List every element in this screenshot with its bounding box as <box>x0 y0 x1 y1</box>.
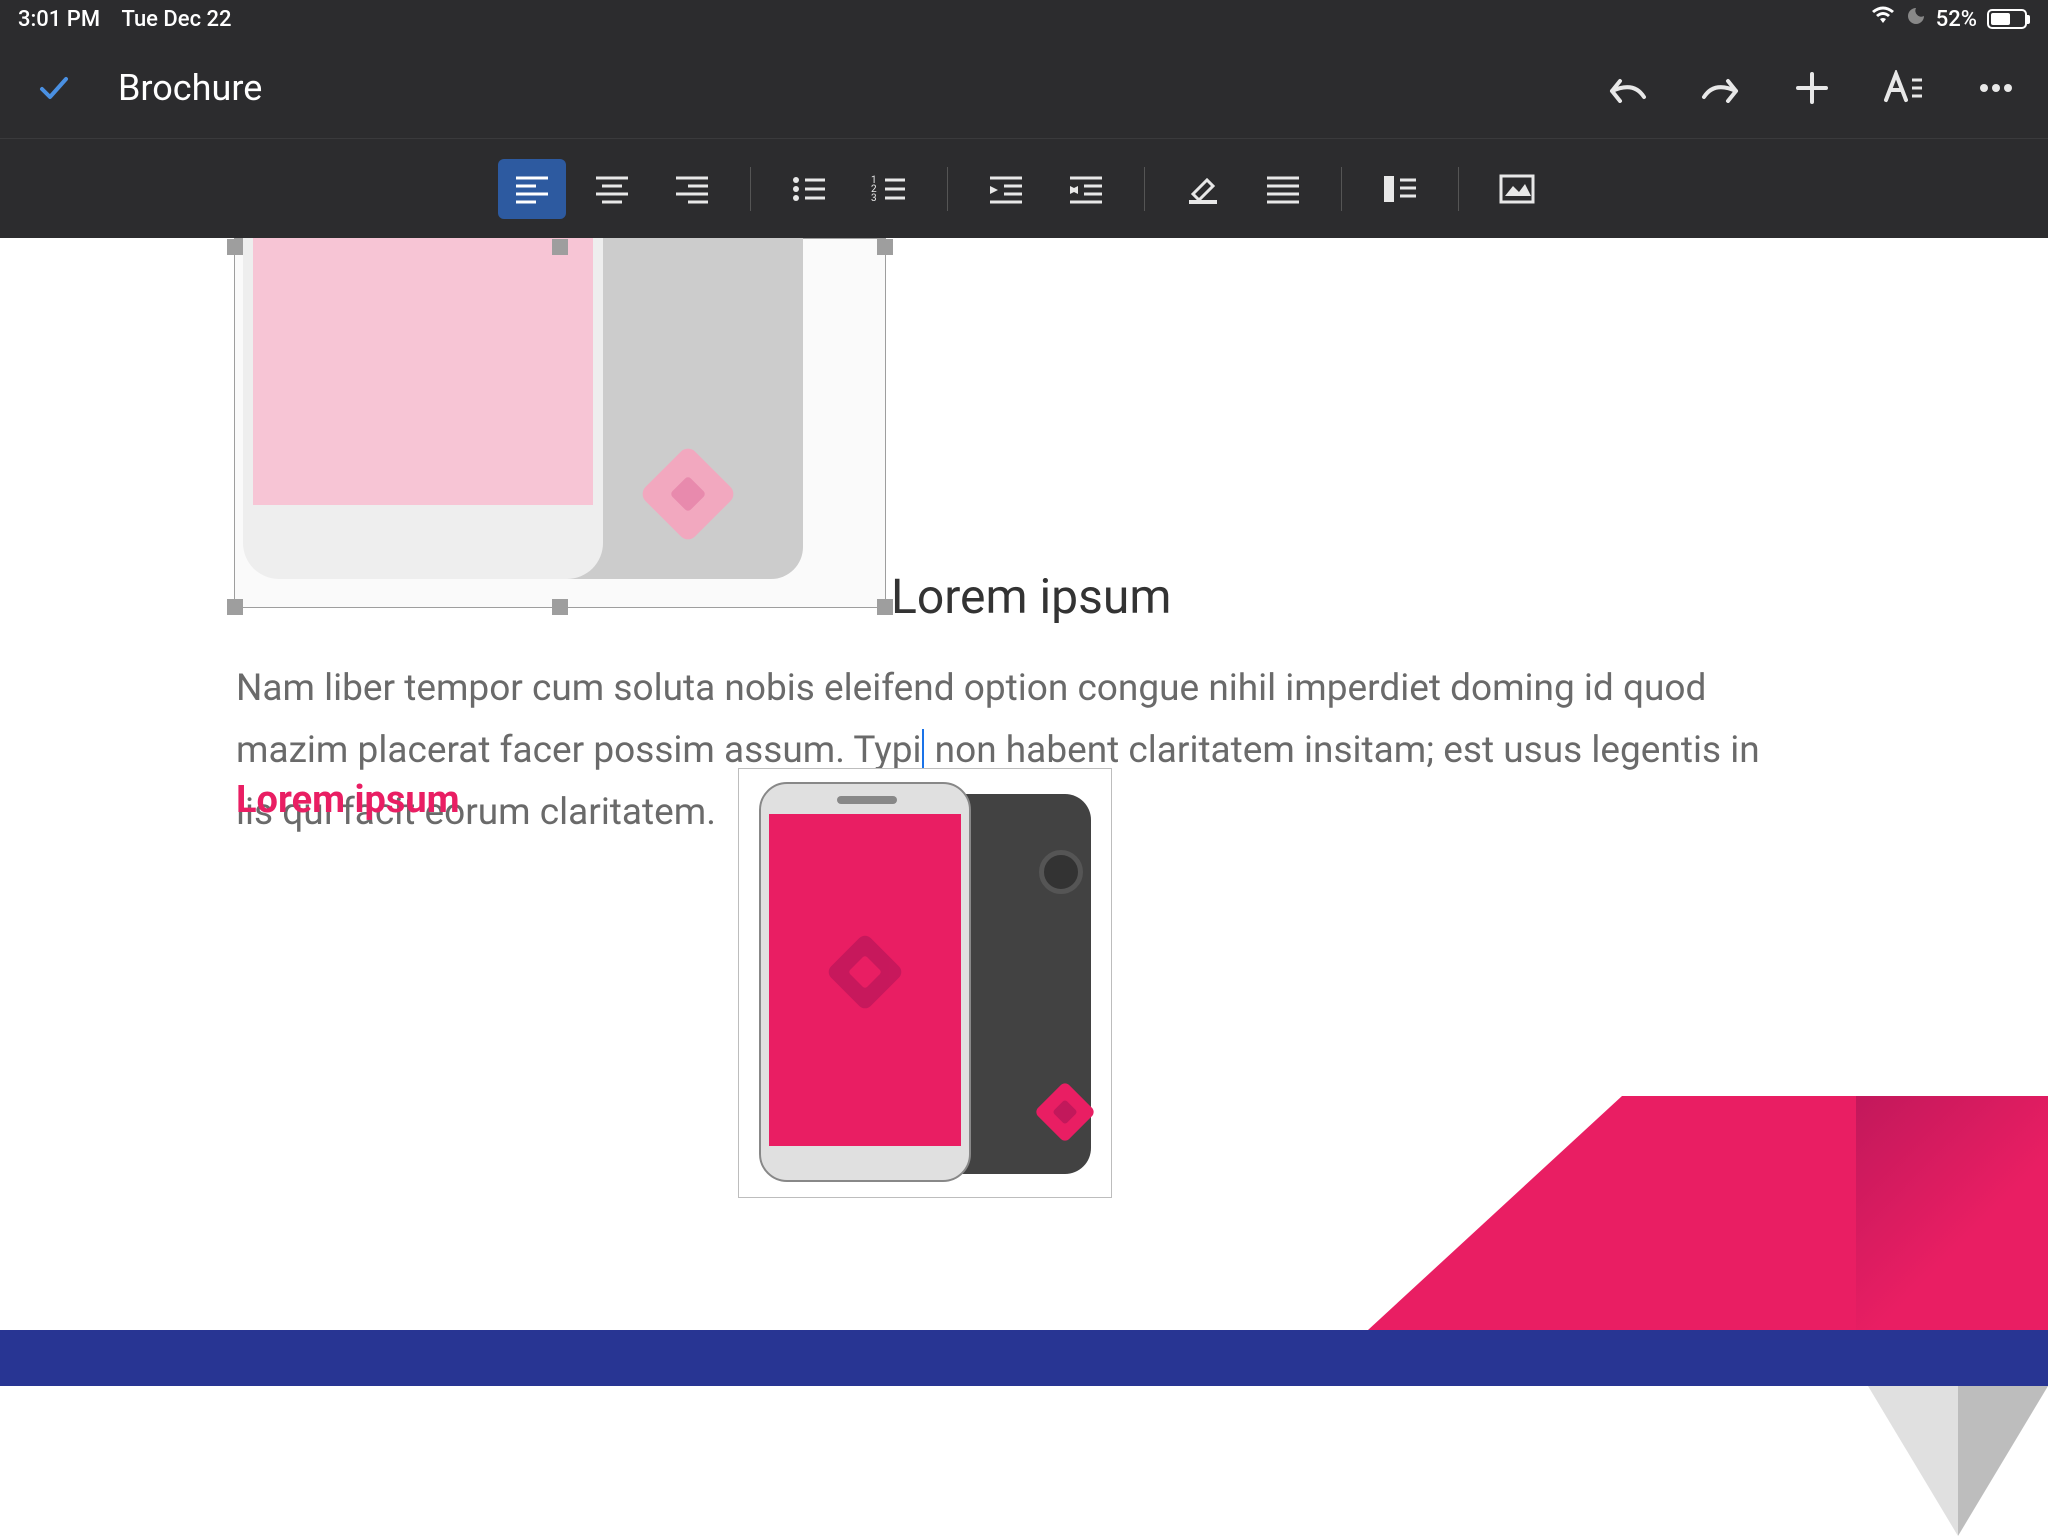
numbered-list-button[interactable]: 123 <box>855 159 923 219</box>
highlight-color-button[interactable] <box>1169 159 1237 219</box>
text-format-button[interactable] <box>1882 66 1926 110</box>
phone-screen-faded <box>253 238 593 505</box>
dragging-image[interactable] <box>738 768 1112 1198</box>
text-direction-button[interactable] <box>1366 159 1434 219</box>
status-date: Tue Dec 22 <box>121 7 231 32</box>
svg-text:3: 3 <box>871 193 877 204</box>
app-header: Brochure <box>0 38 2048 138</box>
status-time: 3:01 PM <box>18 7 100 32</box>
resize-handle[interactable] <box>227 239 243 255</box>
battery-icon <box>1987 9 2030 29</box>
phone-front-faded <box>243 238 603 579</box>
resize-handle[interactable] <box>552 599 568 615</box>
undo-button[interactable] <box>1606 66 1650 110</box>
phone-front <box>759 782 971 1182</box>
diamond-icon <box>1034 1081 1096 1143</box>
increase-indent-button[interactable] <box>1052 159 1120 219</box>
heading-lorem[interactable]: Lorem ipsum <box>891 568 1171 625</box>
separator <box>947 167 948 211</box>
line-spacing-button[interactable] <box>1249 159 1317 219</box>
insert-button[interactable] <box>1790 66 1834 110</box>
separator <box>1341 167 1342 211</box>
separator <box>1144 167 1145 211</box>
align-center-button[interactable] <box>578 159 646 219</box>
document-title[interactable]: Brochure <box>118 67 262 109</box>
footer-band <box>0 1330 2048 1386</box>
align-left-button[interactable] <box>498 159 566 219</box>
moon-icon <box>1906 6 1926 32</box>
separator <box>750 167 751 211</box>
phone-graphic <box>745 778 1105 1188</box>
document-canvas[interactable]: Lorem ipsum Nam liber tempor cum soluta … <box>0 238 2048 1536</box>
diamond-icon <box>825 932 904 1011</box>
diamond-icon <box>639 445 738 544</box>
speaker-icon <box>837 796 897 804</box>
bullet-list-button[interactable] <box>775 159 843 219</box>
decorative-pink-shape <box>1368 1096 2048 1330</box>
decrease-indent-button[interactable] <box>972 159 1040 219</box>
wifi-icon <box>1870 6 1896 32</box>
separator <box>1458 167 1459 211</box>
align-right-button[interactable] <box>658 159 726 219</box>
battery-percent: 52% <box>1936 7 1977 32</box>
resize-handle[interactable] <box>877 239 893 255</box>
resize-handle[interactable] <box>227 599 243 615</box>
resize-handle[interactable] <box>552 239 568 255</box>
selected-image-frame[interactable] <box>234 238 886 608</box>
phone-screen <box>769 814 961 1146</box>
done-button[interactable] <box>30 64 78 112</box>
formatting-toolbar: 123 <box>0 138 2048 238</box>
subheading-lorem[interactable]: Lorem ipsum <box>236 778 460 822</box>
status-right: 52% <box>1870 6 2030 32</box>
header-actions <box>1606 66 2018 110</box>
more-button[interactable] <box>1974 66 2018 110</box>
text-cursor <box>922 729 924 769</box>
insert-image-button[interactable] <box>1483 159 1551 219</box>
status-time-date: 3:01 PM Tue Dec 22 <box>18 7 232 32</box>
redo-button[interactable] <box>1698 66 1742 110</box>
status-bar: 3:01 PM Tue Dec 22 52% <box>0 0 2048 38</box>
decorative-grey-fold <box>1868 1386 2048 1536</box>
camera-icon <box>1039 850 1083 894</box>
